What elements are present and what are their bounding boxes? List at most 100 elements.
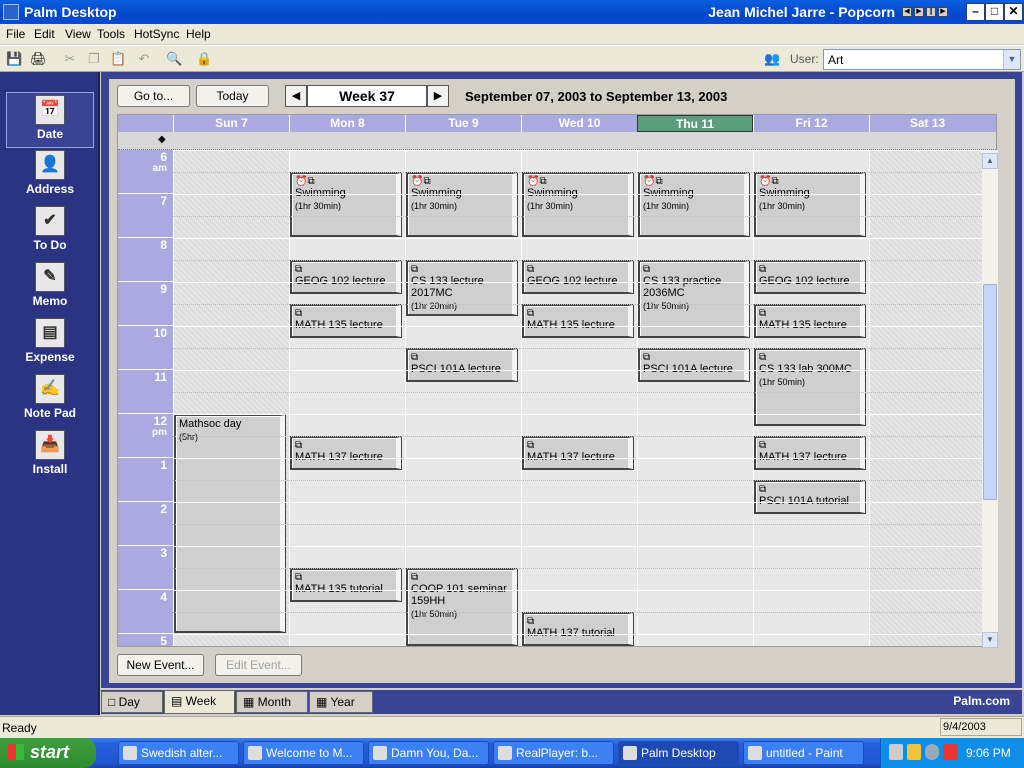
play-icon[interactable]: ▶ bbox=[914, 7, 924, 17]
event-block[interactable]: ⧉ CS 133 lecture 2017MC (1hr 20min) bbox=[406, 259, 518, 317]
event-block[interactable]: ⧉ MATH 137 tutorial bbox=[522, 611, 634, 646]
event-duration: (1hr 50min) bbox=[643, 301, 690, 311]
tray-sync-icon[interactable] bbox=[907, 744, 921, 760]
nav-todo[interactable]: ✔ To Do bbox=[6, 204, 94, 260]
tab-day[interactable]: □ Day bbox=[101, 691, 163, 713]
palm-app-icon bbox=[3, 4, 19, 20]
tab-year[interactable]: ▦ Year bbox=[309, 691, 373, 713]
tray-network-icon[interactable] bbox=[925, 744, 939, 760]
tray-users-icon[interactable] bbox=[889, 744, 903, 760]
task-damn-you[interactable]: Damn You, Da... bbox=[368, 741, 489, 765]
save-icon[interactable]: 💾 bbox=[6, 51, 22, 67]
scroll-down-button[interactable]: ▼ bbox=[982, 632, 998, 648]
restore-button[interactable]: □ bbox=[985, 3, 1004, 21]
prev-week-button[interactable]: ◀ bbox=[285, 85, 307, 107]
nav-address[interactable]: 👤 Address bbox=[6, 148, 94, 204]
minimize-button[interactable]: – bbox=[966, 3, 985, 21]
palm-com-link[interactable]: Palm.com bbox=[940, 694, 1010, 708]
day-header-wed[interactable]: Wed 10 bbox=[521, 115, 637, 132]
hour-gridline bbox=[173, 414, 984, 415]
nav-date[interactable]: 📅 Date bbox=[6, 92, 94, 148]
event-block[interactable]: ⧉ MATH 135 lecture bbox=[754, 303, 866, 339]
hour-gridline bbox=[173, 370, 984, 371]
event-block[interactable]: ⏰⧉ Swimming (1hr 30min) bbox=[638, 172, 750, 237]
event-block[interactable]: ⧉ MATH 135 lecture bbox=[290, 303, 402, 339]
half-hour-gridline bbox=[173, 480, 984, 481]
day-header-thu[interactable]: Thu 11 bbox=[637, 115, 753, 132]
copy-icon[interactable]: ❐ bbox=[86, 51, 102, 67]
event-block[interactable]: ⧉ MATH 135 tutorial bbox=[290, 567, 402, 603]
new-event-button[interactable]: New Event... bbox=[117, 654, 204, 676]
event-block[interactable]: ⧉ GEOG 102 lecture bbox=[522, 259, 634, 295]
day-header-sun[interactable]: Sun 7 bbox=[173, 115, 289, 132]
status-date: 9/4/2003 bbox=[940, 718, 1022, 736]
event-block[interactable]: ⧉ MATH 137 lecture bbox=[290, 435, 402, 471]
address-card-icon: 👤 bbox=[35, 150, 65, 180]
task-welcome[interactable]: Welcome to M... bbox=[243, 741, 364, 765]
untimed-events-row[interactable]: ◆ bbox=[118, 132, 996, 150]
close-button[interactable]: ✕ bbox=[1004, 3, 1023, 21]
half-hour-gridline bbox=[173, 216, 984, 217]
event-block[interactable]: ⧉ PSCI 101A tutorial bbox=[754, 479, 866, 515]
goto-button[interactable]: Go to... bbox=[117, 85, 190, 107]
tab-month[interactable]: ▦ Month bbox=[236, 691, 308, 713]
browser-icon bbox=[123, 746, 137, 760]
task-realplayer[interactable]: RealPlayer: b... bbox=[493, 741, 614, 765]
menu-help[interactable]: Help bbox=[186, 27, 211, 41]
task-palm-desktop[interactable]: Palm Desktop bbox=[618, 741, 739, 765]
next-week-button[interactable]: ▶ bbox=[427, 85, 449, 107]
start-button[interactable]: start bbox=[0, 738, 96, 768]
prev-track-icon[interactable]: ◀ bbox=[902, 7, 912, 17]
event-block[interactable]: ⧉ GEOG 102 lecture bbox=[290, 259, 402, 295]
event-block[interactable]: ⧉ GEOG 102 lecture bbox=[754, 259, 866, 295]
chevron-down-icon[interactable]: ▼ bbox=[1003, 50, 1020, 69]
menu-view[interactable]: View bbox=[65, 27, 91, 41]
task-paint[interactable]: untitled - Paint bbox=[743, 741, 864, 765]
menu-edit[interactable]: Edit bbox=[34, 27, 55, 41]
scrollbar-thumb[interactable] bbox=[983, 284, 997, 500]
today-button[interactable]: Today bbox=[196, 85, 269, 107]
day-header-fri[interactable]: Fri 12 bbox=[753, 115, 869, 132]
notepad-icon: ✍ bbox=[35, 374, 65, 404]
event-block[interactable]: ⏰⧉ Swimming (1hr 30min) bbox=[754, 172, 866, 237]
security-lock-icon[interactable]: 🔒 bbox=[196, 51, 212, 67]
event-block[interactable]: ⏰⧉ Swimming (1hr 30min) bbox=[406, 172, 518, 237]
pause-icon[interactable]: ❙ bbox=[926, 7, 936, 17]
cut-icon[interactable]: ✂ bbox=[62, 51, 78, 67]
users-icon[interactable]: 👥 bbox=[764, 51, 780, 67]
event-block[interactable]: ⏰⧉ Swimming (1hr 30min) bbox=[290, 172, 402, 237]
nav-notepad[interactable]: ✍ Note Pad bbox=[6, 372, 94, 428]
event-block[interactable]: ⧉ PSCI 101A lecture bbox=[638, 347, 750, 383]
menu-tools[interactable]: Tools bbox=[97, 27, 125, 41]
day-header-sat[interactable]: Sat 13 bbox=[869, 115, 985, 132]
task-swedish[interactable]: Swedish alter... bbox=[118, 741, 239, 765]
user-select[interactable]: Art ▼ bbox=[823, 49, 1021, 70]
menu-file[interactable]: File bbox=[6, 27, 25, 41]
hour-label: 6 am bbox=[118, 150, 173, 194]
repeat-icon: ⧉ bbox=[643, 352, 651, 363]
paste-icon[interactable]: 📋 bbox=[110, 51, 126, 67]
day-column[interactable] bbox=[869, 150, 985, 646]
nav-memo[interactable]: ✎ Memo bbox=[6, 260, 94, 316]
event-block[interactable]: ⧉ MATH 135 lecture bbox=[522, 303, 634, 339]
event-block[interactable]: ⧉ PSCI 101A lecture bbox=[406, 347, 518, 383]
nav-expense[interactable]: ▤ Expense bbox=[6, 316, 94, 372]
palm-icon bbox=[623, 746, 637, 760]
nav-install[interactable]: 📥 Install bbox=[6, 428, 94, 484]
next-track-icon[interactable]: ▶ bbox=[938, 7, 948, 17]
scroll-up-button[interactable]: ▲ bbox=[982, 153, 998, 169]
menu-hotsync[interactable]: HotSync bbox=[134, 27, 179, 41]
day-header-mon[interactable]: Mon 8 bbox=[289, 115, 405, 132]
tray-zonealarm-icon[interactable] bbox=[943, 744, 957, 760]
menu-bar: File Edit View Tools HotSync Help bbox=[0, 24, 1024, 44]
repeat-icon: ⧉ bbox=[411, 572, 419, 583]
event-block[interactable]: ⧉ MATH 137 lecture bbox=[754, 435, 866, 471]
edit-event-button[interactable]: Edit Event... bbox=[215, 654, 302, 676]
print-icon[interactable]: 🖨 bbox=[30, 51, 47, 67]
tab-week[interactable]: ▤ Week bbox=[164, 690, 235, 714]
day-header-tue[interactable]: Tue 9 bbox=[405, 115, 521, 132]
event-block[interactable]: ⧉ MATH 137 lecture bbox=[522, 435, 634, 471]
event-block[interactable]: ⏰⧉ Swimming (1hr 30min) bbox=[522, 172, 634, 237]
undo-icon[interactable]: ↶ bbox=[136, 51, 152, 67]
find-icon[interactable]: 🔍 bbox=[166, 51, 182, 67]
